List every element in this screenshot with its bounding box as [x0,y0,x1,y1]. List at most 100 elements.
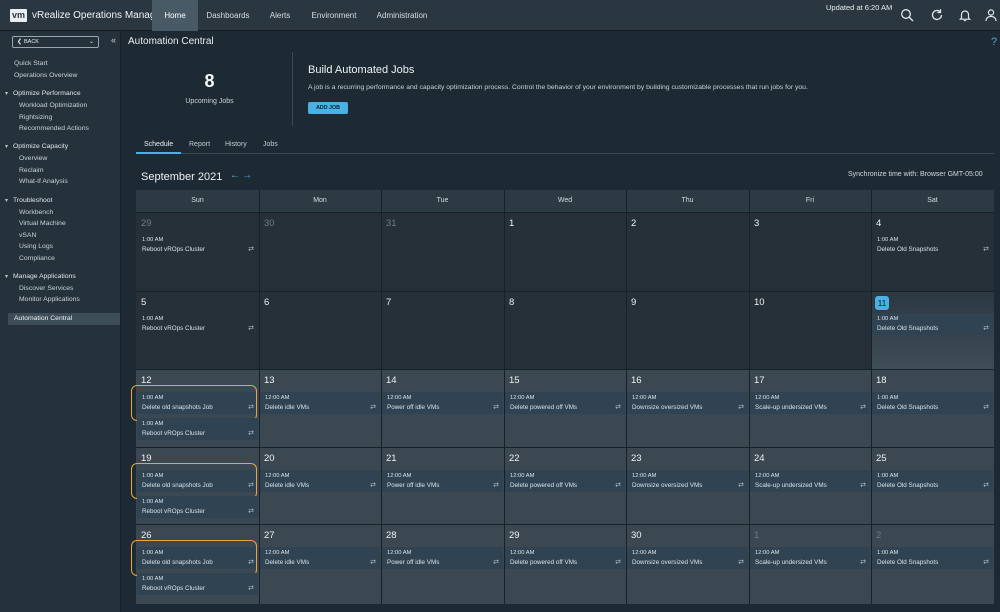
sidebar-group-optimize-performance[interactable]: ▾ Optimize Performance [5,90,81,97]
calendar-event[interactable]: 12:00 AM Downsize oversized VMs ⇄ [627,470,748,492]
calendar-event[interactable]: 12:00 AM Scale-up undersized VMs ⇄ [750,547,870,569]
calendar-day-cell[interactable] [381,212,504,291]
nav-tab-dashboards[interactable]: Dashboards [198,0,258,31]
event-name: Delete powered off VMs [510,482,578,489]
sidebar-item-discover-services[interactable]: Discover Services [19,285,73,292]
calendar-day-cell[interactable] [504,212,626,291]
caret-down-icon: ▾ [5,144,9,150]
sidebar-item-monitor-applications[interactable]: Monitor Applications [19,296,80,303]
calendar-event[interactable]: 1:00 AM Reboot vROps Cluster ⇄ [137,234,258,256]
event-time: 12:00 AM [387,395,412,401]
search-icon[interactable] [900,8,914,22]
calendar-event[interactable]: 1:00 AM Delete Old Snapshots ⇄ [872,547,993,569]
nav-tab-home[interactable]: Home [152,0,198,31]
calendar-event[interactable]: 12:00 AM Downsize oversized VMs ⇄ [627,547,748,569]
calendar-event[interactable]: 12:00 AM Delete powered off VMs ⇄ [505,547,625,569]
bell-icon[interactable] [958,8,972,22]
calendar-event[interactable]: 12:00 AM Power off idle VMs ⇄ [382,547,503,569]
day-number: 14 [386,375,397,386]
calendar-event[interactable]: 1:00 AM Delete Old Snapshots ⇄ [872,392,993,414]
calendar-event[interactable]: 1:00 AM Delete Old Snapshots ⇄ [872,234,993,256]
help-icon[interactable]: ? [991,36,997,48]
calendar-month: September 2021 [141,171,223,183]
calendar-event[interactable]: 12:00 AM Delete powered off VMs ⇄ [505,392,625,414]
nav-tab-alerts[interactable]: Alerts [258,0,302,31]
calendar-event[interactable]: 1:00 AM Reboot vROps Cluster ⇄ [137,573,258,595]
sidebar-item-using-logs[interactable]: Using Logs [19,243,53,250]
grid-line-horizontal [136,291,994,292]
sidebar-item-vsan[interactable]: vSAN [19,232,36,239]
previous-month-arrow-icon[interactable]: ← [230,170,240,181]
sidebar-item-quick-start[interactable]: Quick Start [14,60,48,67]
sidebar-group-manage-applications[interactable]: ▾ Manage Applications [5,273,76,280]
nav-tab-environment[interactable]: Environment [302,0,366,31]
tab-history[interactable]: History [225,141,247,148]
sidebar-item-recommended-actions[interactable]: Recommended Actions [19,125,89,132]
recurring-icon: ⇄ [248,585,254,592]
refresh-icon[interactable] [930,8,944,22]
sidebar-item-virtual-machine[interactable]: Virtual Machine [19,220,66,227]
sync-time-setting[interactable]: Synchronize time with: Browser GMT-05:00 [848,171,983,178]
event-time: 1:00 AM [877,237,899,243]
sidebar-item-operations-overview[interactable]: Operations Overview [14,72,77,79]
event-name: Scale-up undersized VMs [755,559,827,566]
calendar-day-cell[interactable] [259,212,381,291]
back-button[interactable]: ❮ BACK ⌄ [12,36,99,48]
calendar-event[interactable]: 12:00 AM Delete powered off VMs ⇄ [505,470,625,492]
event-time: 1:00 AM [142,499,164,505]
calendar-event[interactable]: 1:00 AM Reboot vROps Cluster ⇄ [137,418,258,440]
next-month-arrow-icon[interactable]: → [242,170,252,181]
sidebar-item-what-if-analysis[interactable]: What-If Analysis [19,178,68,185]
tab-schedule[interactable]: Schedule [144,141,173,148]
sidebar-group-troubleshoot[interactable]: ▾ Troubleshoot [5,197,52,204]
calendar-event[interactable]: 1:00 AM Reboot vROps Cluster ⇄ [137,496,258,518]
calendar-event[interactable]: 12:00 AM Downsize oversized VMs ⇄ [627,392,748,414]
calendar-event[interactable]: 1:00 AM Reboot vROps Cluster ⇄ [137,313,258,335]
calendar-day-cell[interactable] [381,291,504,369]
sidebar-item-automation-central[interactable]: Automation Central [14,315,72,322]
user-icon[interactable] [984,8,998,22]
day-header-fri: Fri [749,190,871,212]
calendar-day-cell[interactable] [626,212,749,291]
calendar-event[interactable]: 1:00 AM Delete Old Snapshots ⇄ [872,313,993,335]
event-name: Delete Old Snapshots [877,246,939,253]
calendar-day-cell[interactable] [749,212,871,291]
calendar-event[interactable]: 12:00 AM Delete idle VMs ⇄ [260,470,380,492]
calendar-day-cell[interactable] [504,291,626,369]
sidebar-group-optimize-capacity[interactable]: ▾ Optimize Capacity [5,143,68,150]
event-time: 1:00 AM [877,395,899,401]
calendar-day-cell[interactable] [749,291,871,369]
day-number: 29 [141,218,152,229]
calendar-event[interactable]: 12:00 AM Scale-up undersized VMs ⇄ [750,392,870,414]
calendar-event[interactable]: 12:00 AM Delete idle VMs ⇄ [260,547,380,569]
caret-down-icon: ▾ [5,198,9,204]
calendar-day-cell[interactable] [626,291,749,369]
recurring-icon: ⇄ [860,559,866,566]
sidebar-item-workbench[interactable]: Workbench [19,209,53,216]
calendar-day-cell[interactable] [259,291,381,369]
day-number: 27 [264,530,275,541]
sidebar-item-workload-optimization[interactable]: Workload Optimization [19,102,87,109]
caret-down-icon: ▾ [5,274,9,280]
add-job-button[interactable]: ADD JOB [308,102,348,114]
event-time: 1:00 AM [142,237,164,243]
sidebar-item-reclaim[interactable]: Reclaim [19,167,44,174]
day-number: 25 [876,453,887,464]
collapse-sidebar-icon[interactable]: « [111,35,116,45]
tab-report[interactable]: Report [189,141,210,148]
tab-jobs[interactable]: Jobs [263,141,278,148]
calendar-event[interactable]: 12:00 AM Power off idle VMs ⇄ [382,392,503,414]
sidebar-item-compliance[interactable]: Compliance [19,255,55,262]
sidebar-item-overview[interactable]: Overview [19,155,47,162]
calendar-event[interactable]: 12:00 AM Power off idle VMs ⇄ [382,470,503,492]
recurring-icon: ⇄ [983,559,989,566]
day-header-wed: Wed [504,190,626,212]
calendar-event[interactable]: 12:00 AM Scale-up undersized VMs ⇄ [750,470,870,492]
event-time: 1:00 AM [142,421,164,427]
calendar-event[interactable]: 1:00 AM Delete Old Snapshots ⇄ [872,470,993,492]
calendar-event[interactable]: 12:00 AM Delete idle VMs ⇄ [260,392,380,414]
day-number: 5 [141,297,147,308]
nav-tab-administration[interactable]: Administration [366,0,438,31]
sidebar-item-rightsizing[interactable]: Rightsizing [19,114,52,121]
chevron-down-icon: ⌄ [88,39,94,45]
